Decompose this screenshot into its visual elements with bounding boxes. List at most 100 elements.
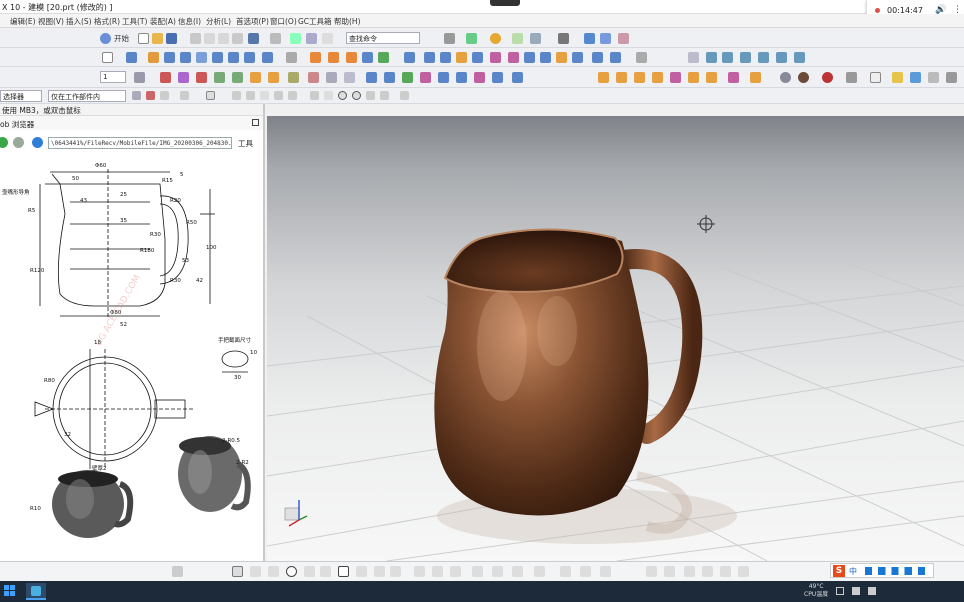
edit-param-icon[interactable] bbox=[196, 72, 207, 83]
grid-icon[interactable] bbox=[928, 72, 939, 83]
transform-icon[interactable] bbox=[160, 72, 171, 83]
rectangle-tool-icon[interactable] bbox=[338, 566, 349, 577]
constraint-tool-icon[interactable] bbox=[512, 566, 523, 577]
cube-g-icon[interactable] bbox=[706, 72, 717, 83]
chamfer-icon[interactable] bbox=[328, 52, 339, 63]
undo-icon[interactable] bbox=[248, 33, 259, 44]
menu-window[interactable]: 窗口(O) bbox=[270, 16, 297, 27]
boss-icon[interactable] bbox=[180, 52, 191, 63]
filter-icon[interactable] bbox=[160, 91, 169, 100]
layer-settings-icon[interactable] bbox=[134, 72, 145, 83]
curve-rule-icon[interactable] bbox=[180, 91, 189, 100]
move-object-icon[interactable] bbox=[178, 72, 189, 83]
sketch-util-b-icon[interactable] bbox=[664, 566, 675, 577]
arc-tool-icon[interactable] bbox=[268, 566, 279, 577]
show-icon[interactable] bbox=[344, 72, 355, 83]
snap-line-icon[interactable] bbox=[274, 91, 283, 100]
analyze-icon[interactable] bbox=[268, 72, 279, 83]
snap-intersect-icon[interactable] bbox=[310, 91, 319, 100]
edge-blend-icon[interactable] bbox=[310, 52, 321, 63]
surface-a-icon[interactable] bbox=[420, 72, 431, 83]
surface-c-icon[interactable] bbox=[456, 72, 467, 83]
pad-icon[interactable] bbox=[212, 52, 223, 63]
orient-icon[interactable] bbox=[466, 33, 477, 44]
sweep-icon[interactable] bbox=[490, 52, 501, 63]
texture-icon[interactable] bbox=[846, 72, 857, 83]
shading-icon[interactable] bbox=[490, 33, 501, 44]
recording-handle[interactable] bbox=[490, 0, 520, 6]
sogou-ime-icon[interactable]: S bbox=[833, 565, 845, 577]
chamfer-tool-icon[interactable] bbox=[320, 566, 331, 577]
solid-b-icon[interactable] bbox=[384, 72, 395, 83]
thicken-icon[interactable] bbox=[472, 52, 483, 63]
repeat-command-icon[interactable] bbox=[290, 33, 301, 44]
menu-assembly[interactable]: 装配(A) bbox=[150, 16, 176, 27]
surface-b-icon[interactable] bbox=[438, 72, 449, 83]
move-face-icon[interactable] bbox=[592, 52, 603, 63]
forward-icon[interactable] bbox=[13, 137, 24, 148]
section-icon[interactable] bbox=[308, 72, 319, 83]
measure-icon[interactable] bbox=[250, 72, 261, 83]
delete-icon[interactable] bbox=[232, 33, 243, 44]
curve-length-icon[interactable] bbox=[232, 72, 243, 83]
snap-extra-icon[interactable] bbox=[400, 91, 409, 100]
ime-mode-label[interactable]: 中 bbox=[849, 566, 857, 577]
relation-icon[interactable] bbox=[560, 566, 571, 577]
options-icon[interactable] bbox=[946, 72, 957, 83]
wcs-icon[interactable] bbox=[512, 33, 523, 44]
arc-icon[interactable] bbox=[722, 52, 733, 63]
pattern-icon[interactable] bbox=[378, 52, 389, 63]
filter-select[interactable]: 选择器 bbox=[0, 90, 42, 102]
mirror-tool-icon[interactable] bbox=[450, 566, 461, 577]
nx-app-icon[interactable] bbox=[26, 583, 46, 600]
snap-center-icon[interactable] bbox=[338, 91, 347, 100]
menu-edit[interactable]: 编辑(E) bbox=[10, 16, 36, 27]
mesh-icon[interactable] bbox=[524, 52, 535, 63]
cylinder-icon[interactable] bbox=[286, 52, 297, 63]
refresh-icon[interactable] bbox=[32, 137, 43, 148]
view-triad-icon[interactable] bbox=[284, 500, 308, 527]
layout-icon[interactable] bbox=[444, 33, 455, 44]
redo-icon[interactable] bbox=[270, 33, 281, 44]
material-icon[interactable] bbox=[822, 72, 833, 83]
tray-volume-icon[interactable] bbox=[868, 587, 876, 595]
menu-view[interactable]: 视图(V) bbox=[38, 16, 64, 27]
pocket-icon[interactable] bbox=[196, 52, 207, 63]
cube-b-icon[interactable] bbox=[616, 72, 627, 83]
touch-mode-icon[interactable] bbox=[306, 33, 317, 44]
profile-icon[interactable] bbox=[232, 566, 243, 577]
cube-a-icon[interactable] bbox=[598, 72, 609, 83]
extrude-icon[interactable] bbox=[126, 52, 137, 63]
graphics-viewport[interactable] bbox=[267, 116, 964, 561]
point-tool-icon[interactable] bbox=[374, 566, 385, 577]
spline-icon[interactable] bbox=[740, 52, 751, 63]
line-tool-icon[interactable] bbox=[250, 566, 261, 577]
trim-tool-icon[interactable] bbox=[390, 566, 401, 577]
solid-a-icon[interactable] bbox=[366, 72, 377, 83]
cube-i-icon[interactable] bbox=[750, 72, 761, 83]
shell-icon[interactable] bbox=[346, 52, 357, 63]
menu-gc-toolbox[interactable]: GC工具箱 bbox=[298, 16, 332, 27]
alternate-icon[interactable] bbox=[600, 566, 611, 577]
ruler-icon[interactable] bbox=[288, 72, 299, 83]
command-search-input[interactable]: 查找命令 bbox=[346, 32, 420, 44]
scope-select[interactable]: 仅在工作部件内 bbox=[48, 90, 126, 102]
cube-f-icon[interactable] bbox=[688, 72, 699, 83]
edit-curve-icon[interactable] bbox=[214, 72, 225, 83]
menu-tools[interactable]: 工具(T) bbox=[122, 16, 147, 27]
shaded-icon[interactable] bbox=[798, 72, 809, 83]
menu-preferences[interactable]: 首选项(P) bbox=[236, 16, 269, 27]
rotate-icon[interactable] bbox=[600, 33, 611, 44]
project-curve-icon[interactable] bbox=[758, 52, 769, 63]
intersect-curve-icon[interactable] bbox=[776, 52, 787, 63]
snap-tangent-icon[interactable] bbox=[324, 91, 333, 100]
snap-quadrant-icon[interactable] bbox=[352, 91, 361, 100]
surface-f-icon[interactable] bbox=[512, 72, 523, 83]
snap-curve-icon[interactable] bbox=[288, 91, 297, 100]
offset-curve-icon[interactable] bbox=[794, 52, 805, 63]
camera-icon[interactable] bbox=[892, 72, 903, 83]
menu-help[interactable]: 帮助(H) bbox=[334, 16, 361, 27]
user-icon[interactable] bbox=[910, 72, 921, 83]
finish-sketch-icon[interactable] bbox=[172, 566, 183, 577]
extract-icon[interactable] bbox=[572, 52, 583, 63]
